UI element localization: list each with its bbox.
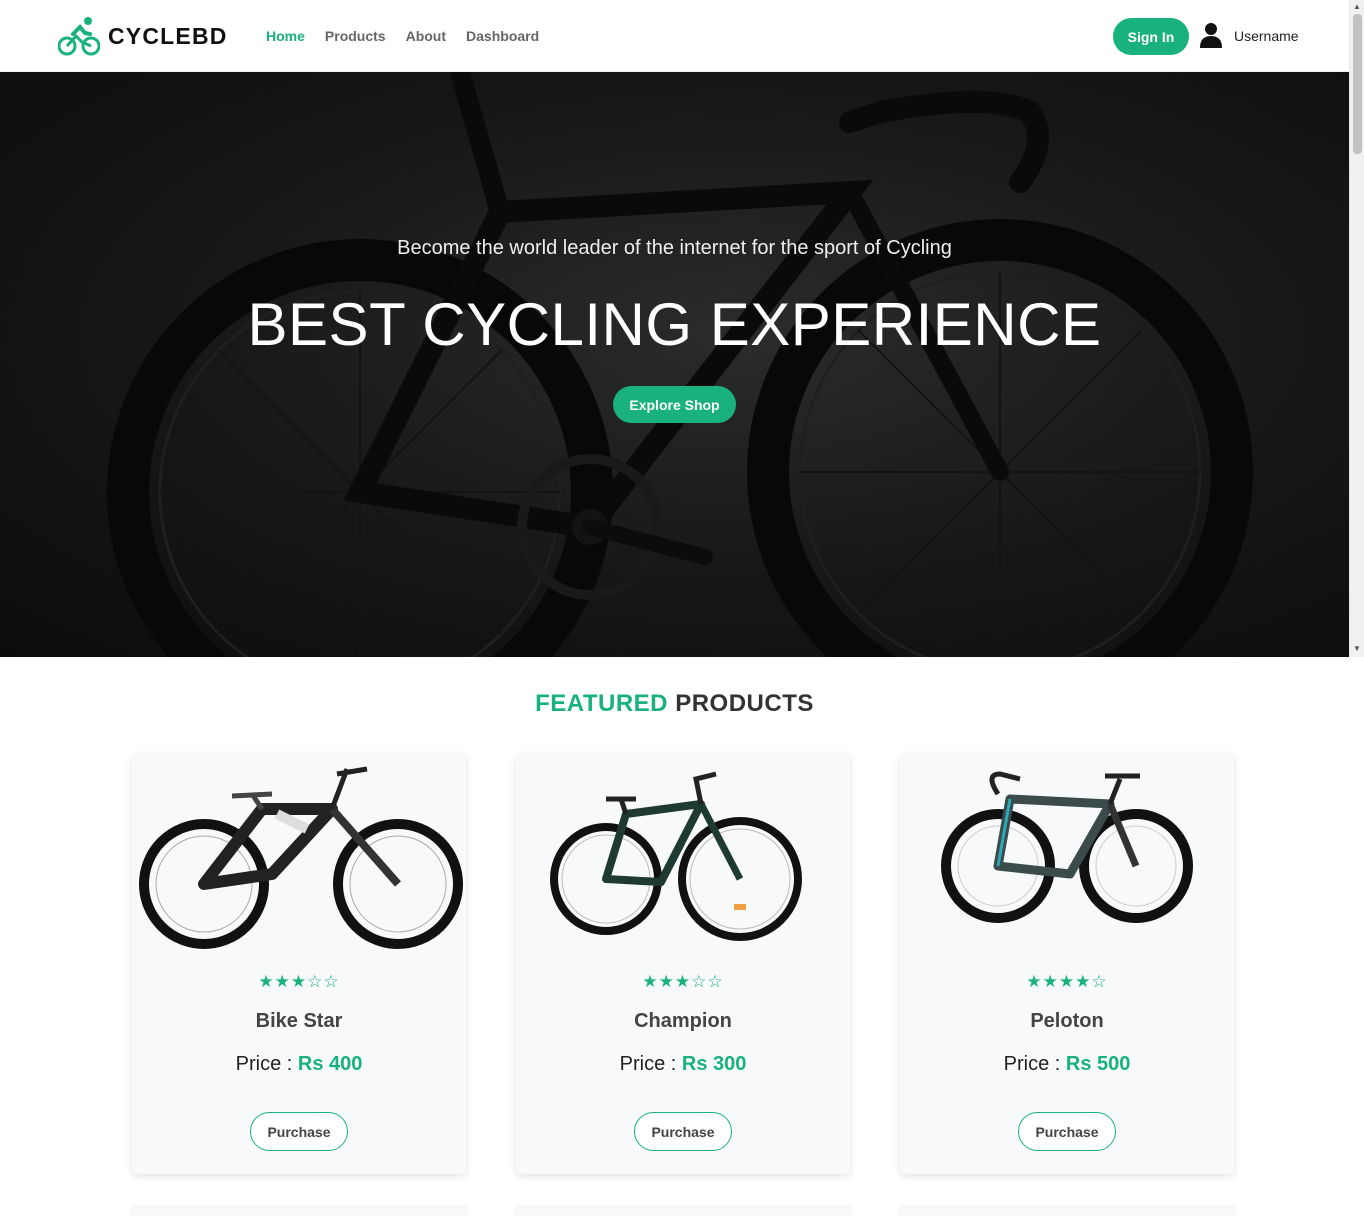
price-label: Price : xyxy=(235,1053,298,1075)
product-image-peloton xyxy=(941,771,1193,923)
price-label: Price : xyxy=(1003,1053,1066,1075)
product-name: Champion xyxy=(634,1010,732,1032)
nav-link-dashboard[interactable]: Dashboard xyxy=(466,28,539,44)
explore-shop-button[interactable]: Explore Shop xyxy=(613,386,736,423)
scroll-down-icon[interactable]: ▼ xyxy=(1353,645,1361,653)
navbar: CYCLEBD Home Products About Dashboard Si… xyxy=(0,0,1349,72)
purchase-button[interactable]: Purchase xyxy=(1018,1112,1116,1151)
price-amount: Rs 500 xyxy=(1065,1053,1131,1075)
product-card-next-row xyxy=(132,1208,466,1216)
product-card-peloton: ★★★★☆ Peloton Price : Rs 500 Purchase xyxy=(900,754,1234,1174)
brand-name: CYCLEBD xyxy=(108,22,228,49)
user-icon[interactable] xyxy=(1200,22,1222,48)
nav-link-about[interactable]: About xyxy=(406,28,446,44)
price-label: Price : xyxy=(619,1053,682,1075)
username-label[interactable]: Username xyxy=(1234,28,1299,44)
product-card-bike-star: ★★★☆☆ Bike Star Price : Rs 400 Purchase xyxy=(132,754,466,1174)
featured-title-rest: PRODUCTS xyxy=(675,690,814,717)
price-amount: Rs 300 xyxy=(681,1053,747,1075)
product-price: Price : Rs 300 xyxy=(516,1053,850,1076)
sign-in-button[interactable]: Sign In xyxy=(1113,18,1189,55)
product-image-champion xyxy=(550,771,802,941)
rating-stars: ★★★☆☆ xyxy=(258,972,340,991)
price-amount: Rs 400 xyxy=(297,1053,363,1075)
product-card-champion: ★★★☆☆ Champion Price : Rs 300 Purchase xyxy=(516,754,850,1174)
nav-link-home[interactable]: Home xyxy=(266,28,305,44)
cyclist-icon xyxy=(58,17,100,56)
purchase-button[interactable]: Purchase xyxy=(634,1112,732,1151)
featured-title-accent: FEATURED xyxy=(535,690,669,717)
nav-link-products[interactable]: Products xyxy=(325,28,386,44)
main-nav: Home Products About Dashboard xyxy=(266,28,539,44)
product-name: Bike Star xyxy=(255,1010,343,1032)
product-card-next-row xyxy=(900,1208,1234,1216)
product-card-next-row xyxy=(516,1208,850,1216)
page-scrollbar[interactable]: ▲ ▼ xyxy=(1349,0,1364,657)
scroll-up-icon[interactable]: ▲ xyxy=(1353,3,1361,11)
purchase-button[interactable]: Purchase xyxy=(250,1112,348,1151)
product-image-bike-star xyxy=(139,766,463,949)
featured-products-title: FEATURED PRODUCTS xyxy=(0,690,1349,718)
scroll-thumb[interactable] xyxy=(1353,14,1362,154)
product-price: Price : Rs 500 xyxy=(900,1053,1234,1076)
product-price: Price : Rs 400 xyxy=(132,1053,466,1076)
hero-subtitle: Become the world leader of the internet … xyxy=(397,237,952,259)
hero-overlay xyxy=(0,72,1349,657)
hero-banner: Become the world leader of the internet … xyxy=(0,72,1349,657)
rating-stars: ★★★★☆ xyxy=(1026,972,1108,991)
hero-title: BEST CYCLING EXPERIENCE xyxy=(247,291,1102,358)
product-name: Peloton xyxy=(1030,1010,1104,1032)
rating-stars: ★★★☆☆ xyxy=(642,972,724,991)
brand-logo[interactable]: CYCLEBD xyxy=(58,16,228,56)
